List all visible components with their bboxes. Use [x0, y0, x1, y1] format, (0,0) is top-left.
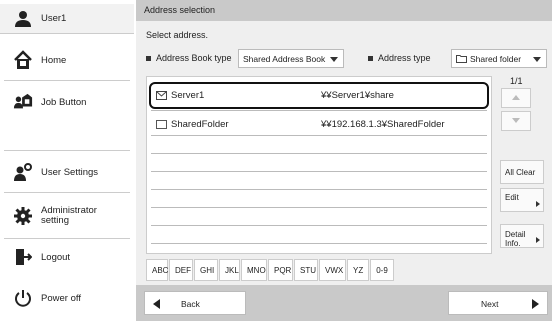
gear-icon: [13, 206, 33, 226]
divider: [4, 80, 130, 81]
administrator-setting-button[interactable]: Administrator setting: [0, 198, 134, 234]
page-indicator: 1/1: [510, 76, 523, 86]
list-item[interactable]: SharedFolder ¥¥192.168.1.3¥SharedFolder: [151, 115, 487, 133]
screen-title: Address selection: [136, 0, 552, 21]
submenu-arrow-icon: [536, 201, 540, 207]
address-type-dropdown[interactable]: Shared folder: [451, 49, 547, 68]
address-book-type-dropdown[interactable]: Shared Address Book: [238, 49, 344, 68]
arrow-left-icon: [153, 299, 160, 309]
job-button[interactable]: Job Button: [0, 86, 134, 118]
back-button[interactable]: Back: [144, 291, 246, 315]
row-divider: [151, 225, 487, 226]
tab-pqr[interactable]: PQR: [268, 259, 293, 281]
next-button[interactable]: Next: [448, 291, 548, 315]
row-divider: [151, 243, 487, 244]
user-settings-button[interactable]: User Settings: [0, 156, 134, 188]
user-icon: [13, 9, 33, 29]
row-divider: [151, 189, 487, 190]
logout-icon: [13, 247, 33, 267]
arrow-down-icon: [512, 118, 520, 123]
filter-bar: Address Book type Shared Address Book Ad…: [146, 49, 547, 69]
tab-jkl[interactable]: JKL: [219, 259, 240, 281]
tab-def[interactable]: DEF: [169, 259, 193, 281]
user-indicator: User1: [0, 4, 134, 34]
tab-yz[interactable]: YZ: [347, 259, 369, 281]
sidebar: User1 Home Job Button User Settings Admi…: [0, 0, 134, 321]
tab-mno[interactable]: MNO: [241, 259, 267, 281]
tab-stu[interactable]: STU: [294, 259, 318, 281]
divider: [4, 192, 130, 193]
logout-button[interactable]: Logout: [0, 242, 134, 272]
address-type-label: Address type: [368, 53, 431, 63]
mail-icon: [156, 91, 167, 100]
row-divider: [151, 153, 487, 154]
submenu-arrow-icon: [536, 237, 540, 243]
user-name: User1: [41, 13, 67, 24]
arrow-right-icon: [532, 299, 539, 309]
row-divider: [151, 171, 487, 172]
tab-abc[interactable]: ABC: [146, 259, 168, 281]
power-off-label: Power off: [41, 292, 81, 304]
row-divider: [151, 110, 487, 111]
index-tabs: ABC DEF GHI JKL MNO PQR STU VWX YZ 0-9: [146, 259, 395, 281]
divider: [4, 150, 130, 151]
detail-info-button[interactable]: Detail Info.: [500, 224, 544, 248]
power-icon: [13, 288, 33, 308]
tab-ghi[interactable]: GHI: [194, 259, 218, 281]
folder-icon: [156, 120, 167, 129]
user-settings-icon: [13, 162, 33, 182]
tab-0-9[interactable]: 0-9: [370, 259, 394, 281]
folder-icon: [456, 55, 467, 63]
instruction-text: Select address.: [146, 30, 209, 40]
power-off-button[interactable]: Power off: [0, 285, 134, 311]
edit-button[interactable]: Edit: [500, 188, 544, 212]
main-panel: Address selection Select address. Addres…: [136, 0, 552, 321]
chevron-down-icon: [533, 57, 541, 62]
bottom-bar: Back Next: [136, 285, 552, 321]
job-button-icon: [13, 92, 33, 112]
job-button-label: Job Button: [41, 96, 87, 108]
scroll-down-button[interactable]: [501, 111, 531, 131]
tab-vwx[interactable]: VWX: [319, 259, 346, 281]
home-button[interactable]: Home: [0, 44, 134, 76]
selected-list-item[interactable]: Server1 ¥¥Server1¥share: [149, 82, 489, 109]
address-list: SharedFolder ¥¥192.168.1.3¥SharedFolder …: [146, 76, 492, 254]
home-label: Home: [41, 54, 67, 66]
user-settings-label: User Settings: [41, 166, 99, 178]
administrator-setting-label: Administrator setting: [41, 205, 97, 226]
home-icon: [13, 50, 33, 70]
list-item: Server1 ¥¥Server1¥share: [153, 86, 489, 104]
row-divider: [151, 135, 487, 136]
scroll-up-button[interactable]: [501, 88, 531, 108]
all-clear-button[interactable]: All Clear: [500, 160, 544, 184]
arrow-up-icon: [512, 95, 520, 100]
row-divider: [151, 207, 487, 208]
divider: [4, 238, 130, 239]
logout-label: Logout: [41, 251, 71, 263]
address-book-type-label: Address Book type: [146, 53, 232, 63]
chevron-down-icon: [330, 57, 338, 62]
